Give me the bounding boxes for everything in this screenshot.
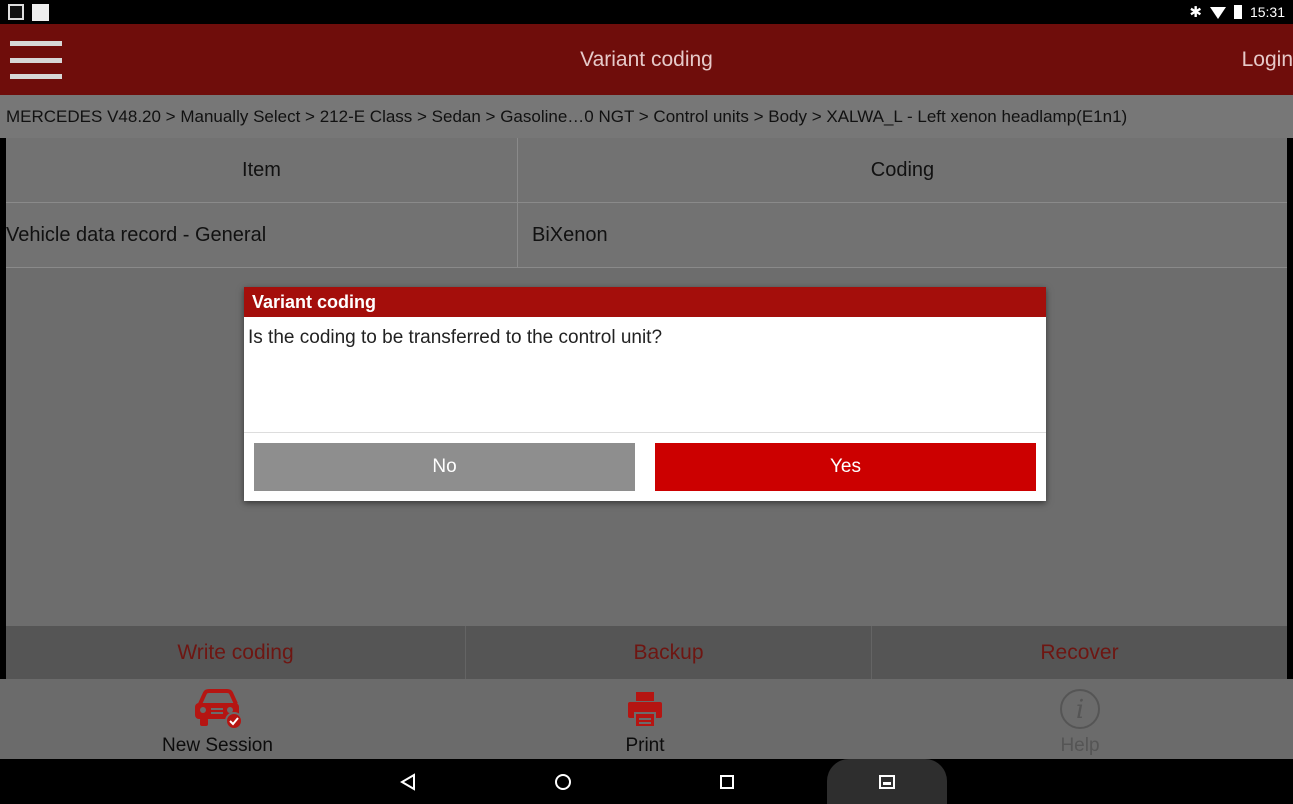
printer-icon (625, 685, 665, 733)
dialog-title: Variant coding (244, 287, 1046, 317)
coding-table: Item Coding Vehicle data record - Genera… (6, 138, 1287, 268)
recover-button[interactable]: Recover (872, 626, 1287, 679)
confirm-dialog: Variant coding Is the coding to be trans… (244, 287, 1046, 501)
help-button[interactable]: i Help (1040, 679, 1120, 759)
notification-square-icon (32, 4, 49, 21)
help-label: Help (1060, 735, 1100, 756)
bluetooth-icon: ✱ (1189, 4, 1202, 21)
row-coding-value: BiXenon (532, 223, 608, 246)
breadcrumb: MERCEDES V48.20 > Manually Select > 212-… (0, 95, 1293, 138)
recents-square-icon (720, 774, 734, 789)
action-bar: Write coding Backup Recover (6, 626, 1287, 679)
battery-icon (1233, 5, 1242, 19)
system-nav-bar (0, 759, 1293, 804)
yes-button[interactable]: Yes (655, 443, 1036, 491)
table-header: Item Coding (6, 138, 1287, 203)
new-session-button[interactable]: New Session (150, 679, 285, 759)
wifi-icon (1209, 7, 1226, 19)
no-button[interactable]: No (254, 443, 635, 491)
clock: 15:31 (1249, 4, 1285, 20)
column-header-item: Item (6, 138, 518, 202)
write-coding-button[interactable]: Write coding (6, 626, 466, 679)
backup-button[interactable]: Backup (466, 626, 872, 679)
app-bar: Variant coding Login (0, 24, 1293, 95)
home-circle-icon (555, 773, 571, 790)
info-icon: i (1058, 685, 1102, 733)
svg-text:i: i (1076, 695, 1084, 725)
car-check-icon (192, 685, 244, 733)
dialog-buttons: No Yes (254, 443, 1036, 491)
table-row[interactable]: Vehicle data record - General BiXenon (6, 203, 1287, 268)
row-item: Vehicle data record - General (6, 203, 518, 267)
new-session-label: New Session (162, 735, 273, 756)
screenshot-button[interactable] (827, 759, 947, 804)
home-button[interactable] (543, 759, 583, 804)
bottom-nav: New Session Print i Help (0, 679, 1293, 759)
status-bar: ✱ 15:31 (0, 0, 1293, 24)
print-label: Print (625, 735, 665, 756)
notification-image-icon (8, 4, 24, 20)
image-icon (879, 774, 895, 789)
dialog-message: Is the coding to be transferred to the c… (244, 317, 1046, 433)
column-header-coding: Coding (870, 158, 935, 181)
page-title: Variant coding (580, 48, 713, 71)
back-triangle-icon (400, 772, 415, 791)
print-button[interactable]: Print (600, 679, 690, 759)
back-button[interactable] (388, 759, 428, 804)
login-button[interactable]: Login (1242, 24, 1293, 95)
recents-button[interactable] (707, 759, 747, 804)
